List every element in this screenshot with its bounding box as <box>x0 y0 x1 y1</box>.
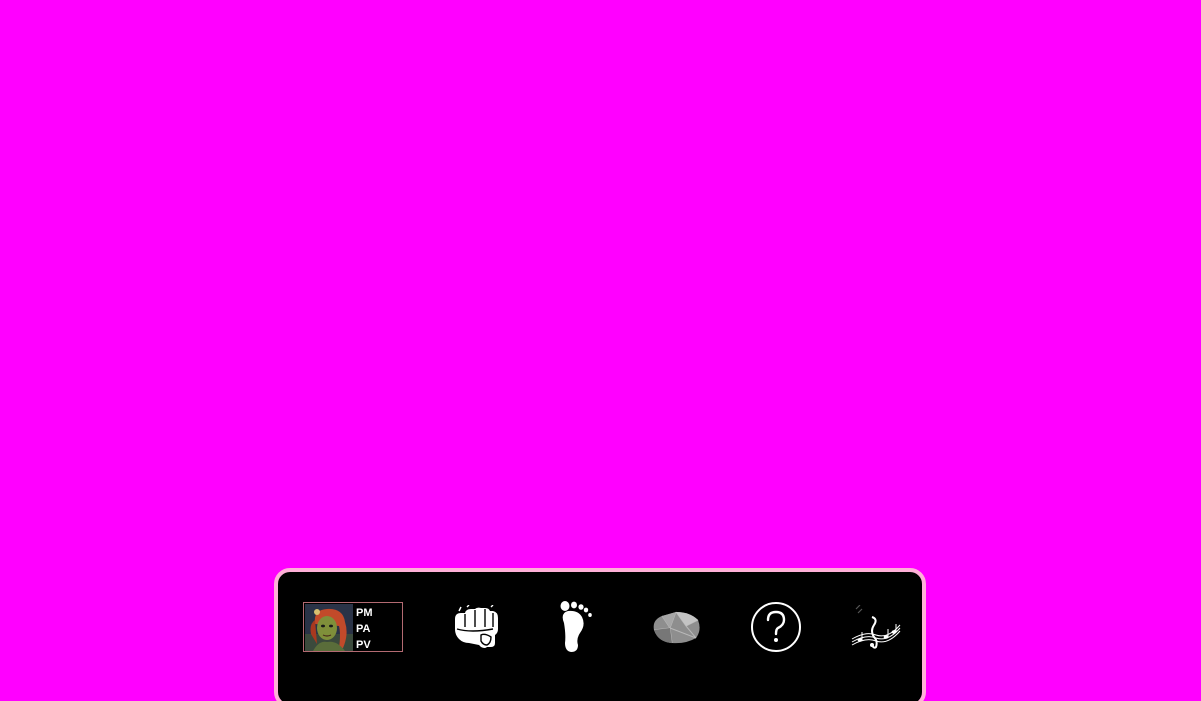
question-circle-icon <box>750 601 802 653</box>
rock-button[interactable] <box>650 600 702 654</box>
action-bar: PM PA PV <box>274 568 926 701</box>
fist-icon <box>451 605 501 649</box>
stat-pa-label: PA <box>356 623 371 635</box>
rock-icon <box>650 608 702 646</box>
music-button[interactable] <box>850 600 902 654</box>
stat-pv-label: PV <box>356 639 371 651</box>
help-button[interactable] <box>750 600 802 654</box>
stat-pm-label: PM <box>356 607 373 619</box>
footprint-icon <box>554 601 598 653</box>
character-card[interactable]: PM PA PV <box>303 602 403 652</box>
character-stats: PM PA PV <box>356 605 373 653</box>
punch-button[interactable] <box>450 600 502 654</box>
walk-button[interactable] <box>550 600 602 654</box>
character-portrait <box>305 604 353 651</box>
music-notes-icon <box>850 605 902 649</box>
game-stage: PM PA PV <box>0 0 1201 701</box>
